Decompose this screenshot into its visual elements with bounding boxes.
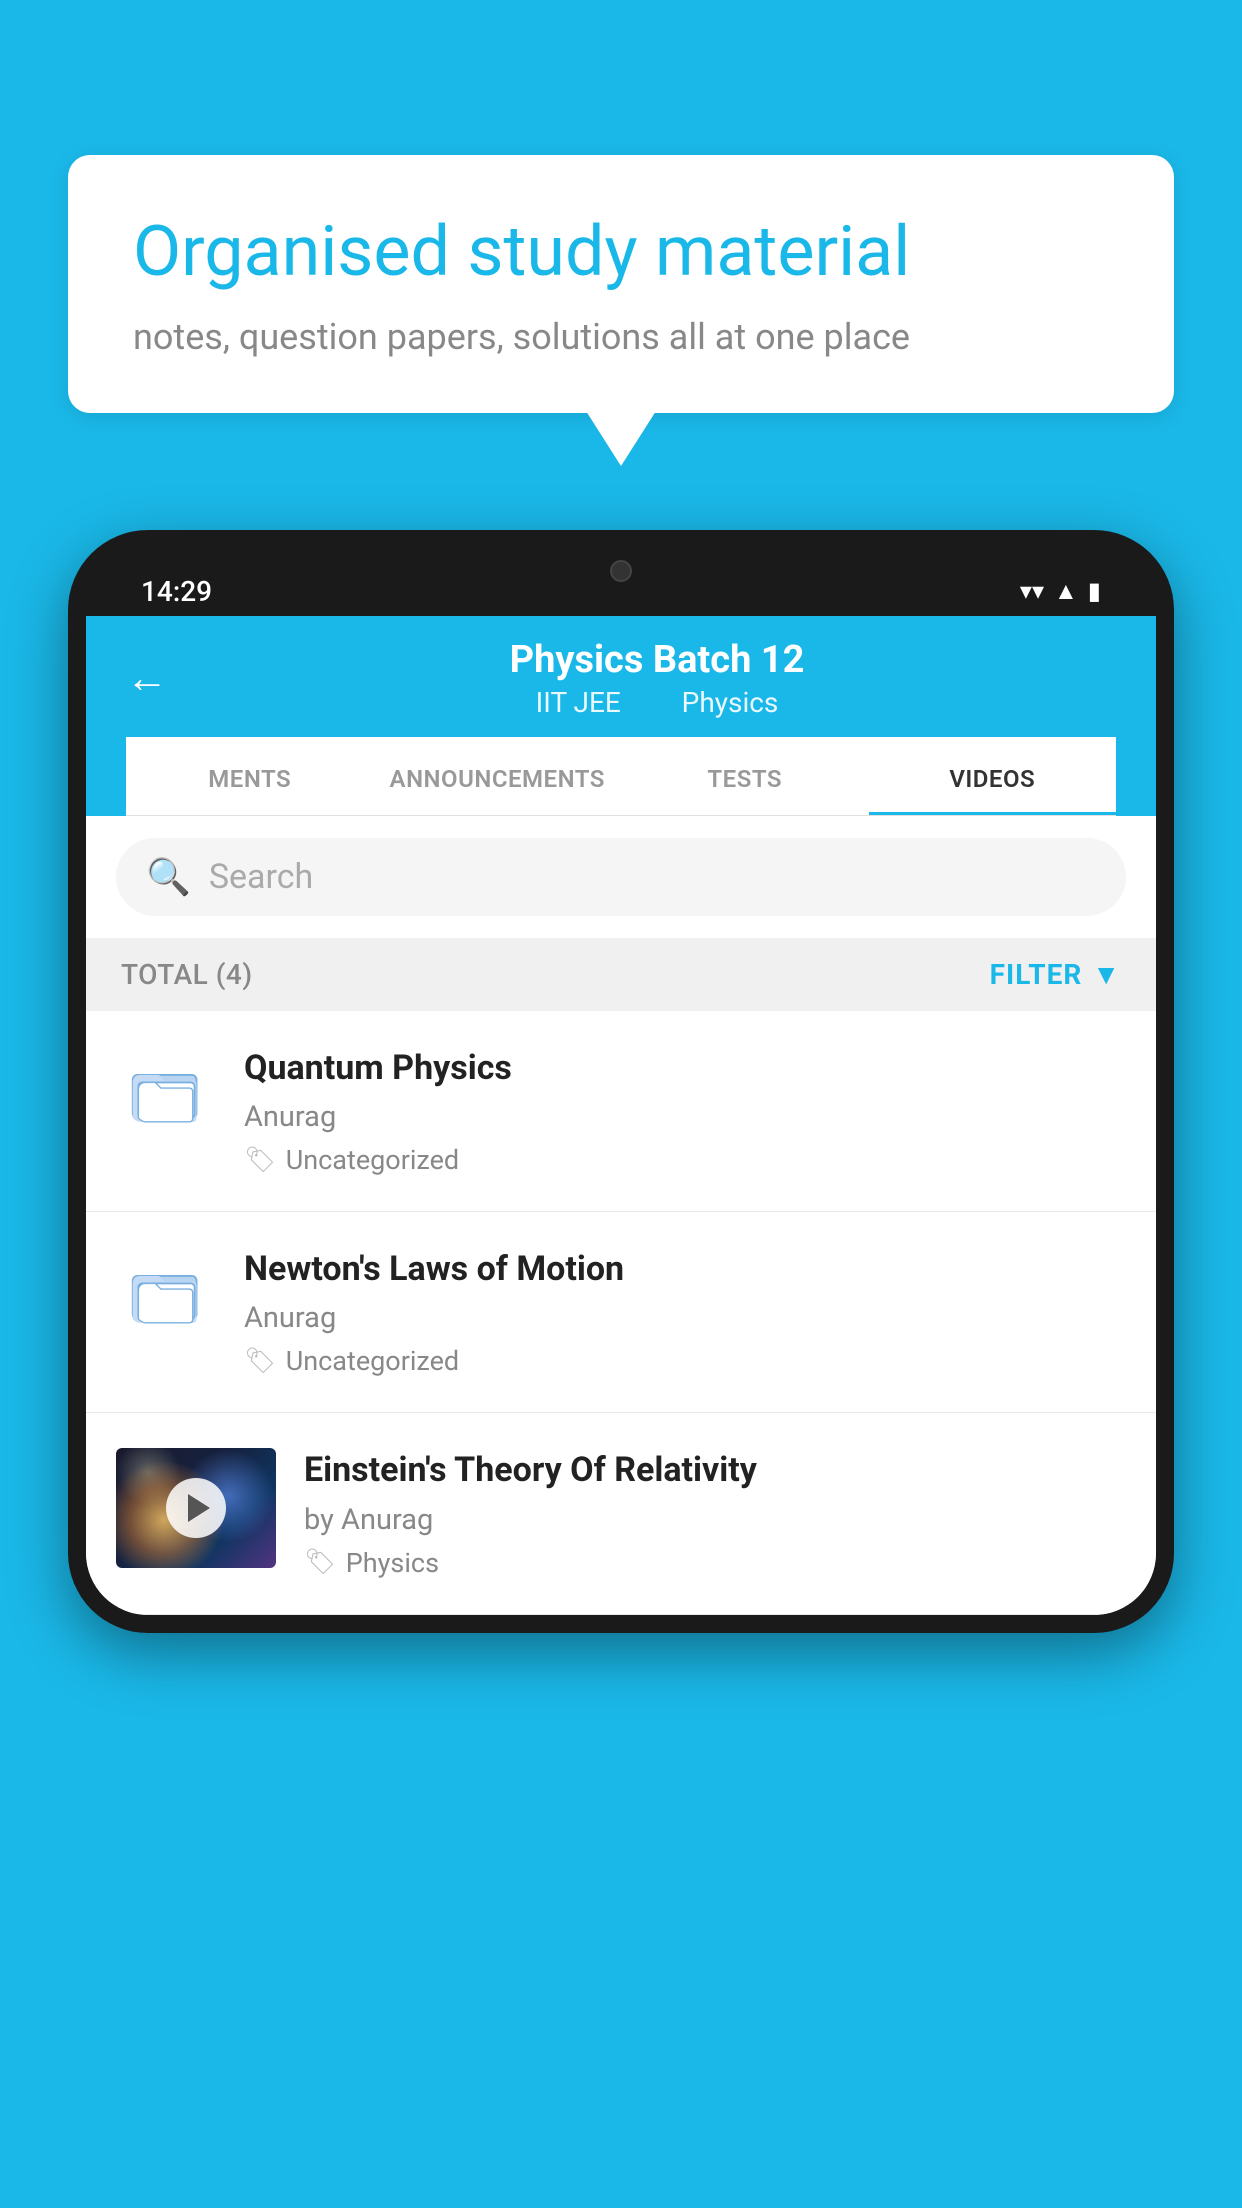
speech-bubble-arrow bbox=[586, 411, 656, 466]
video-title: Newton's Laws of Motion bbox=[244, 1247, 1126, 1291]
filter-icon: ▼ bbox=[1092, 958, 1121, 991]
folder-icon-container bbox=[116, 1247, 216, 1325]
list-item[interactable]: Quantum Physics Anurag 🏷 Uncategorized bbox=[86, 1011, 1156, 1212]
tag-label: Physics bbox=[346, 1547, 439, 1579]
tab-videos[interactable]: VIDEOS bbox=[869, 737, 1117, 815]
video-list: Quantum Physics Anurag 🏷 Uncategorized bbox=[86, 1011, 1156, 1615]
signal-icon: ▲ bbox=[1054, 577, 1078, 606]
tag-icon: 🏷 bbox=[244, 1146, 276, 1175]
search-container: 🔍 Search bbox=[86, 816, 1156, 938]
filter-bar: TOTAL (4) FILTER ▼ bbox=[86, 938, 1156, 1011]
folder-icon bbox=[129, 1054, 204, 1124]
tag-icon: 🏷 bbox=[304, 1548, 336, 1577]
status-icons: ▾▾ ▲ ▮ bbox=[1020, 577, 1101, 606]
subtitle-physics: Physics bbox=[682, 686, 779, 719]
phone-outer-frame: 14:29 ▾▾ ▲ ▮ ← Physics Batch 12 IIT JEE bbox=[68, 530, 1174, 1633]
page-title: Physics Batch 12 bbox=[198, 638, 1116, 682]
phone-device: 14:29 ▾▾ ▲ ▮ ← Physics Batch 12 IIT JEE bbox=[68, 530, 1174, 2208]
status-time: 14:29 bbox=[141, 575, 212, 608]
speech-bubble-title: Organised study material bbox=[133, 210, 1109, 294]
video-tag: 🏷 Uncategorized bbox=[244, 1345, 1126, 1377]
app-header: ← Physics Batch 12 IIT JEE Physics MENTS bbox=[86, 616, 1156, 816]
front-camera bbox=[610, 560, 632, 582]
tab-ments[interactable]: MENTS bbox=[126, 737, 374, 815]
header-title-group: Physics Batch 12 IIT JEE Physics bbox=[198, 638, 1116, 719]
search-bar[interactable]: 🔍 Search bbox=[116, 838, 1126, 916]
phone-screen: ← Physics Batch 12 IIT JEE Physics MENTS bbox=[86, 616, 1156, 1615]
thumbnail-bg bbox=[116, 1448, 276, 1568]
wifi-icon: ▾▾ bbox=[1020, 577, 1044, 605]
phone-notch bbox=[541, 548, 701, 593]
video-info: Newton's Laws of Motion Anurag 🏷 Uncateg… bbox=[244, 1247, 1126, 1377]
video-title: Quantum Physics bbox=[244, 1046, 1126, 1090]
speech-bubble: Organised study material notes, question… bbox=[68, 155, 1174, 413]
list-item[interactable]: Einstein's Theory Of Relativity by Anura… bbox=[86, 1413, 1156, 1614]
video-tag: 🏷 Uncategorized bbox=[244, 1144, 1126, 1176]
tab-announcements[interactable]: ANNOUNCEMENTS bbox=[374, 737, 622, 815]
video-author: Anurag bbox=[244, 1100, 1126, 1134]
play-button[interactable] bbox=[166, 1478, 226, 1538]
video-title: Einstein's Theory Of Relativity bbox=[304, 1448, 1126, 1492]
play-triangle-icon bbox=[188, 1494, 210, 1522]
back-button[interactable]: ← bbox=[126, 658, 168, 700]
video-info: Einstein's Theory Of Relativity by Anura… bbox=[304, 1448, 1126, 1578]
video-thumbnail bbox=[116, 1448, 276, 1568]
tag-label: Uncategorized bbox=[286, 1144, 459, 1176]
list-item[interactable]: Newton's Laws of Motion Anurag 🏷 Uncateg… bbox=[86, 1212, 1156, 1413]
page-subtitle: IIT JEE Physics bbox=[198, 686, 1116, 719]
video-info: Quantum Physics Anurag 🏷 Uncategorized bbox=[244, 1046, 1126, 1176]
filter-button[interactable]: FILTER ▼ bbox=[990, 958, 1121, 991]
tab-bar: MENTS ANNOUNCEMENTS TESTS VIDEOS bbox=[126, 737, 1116, 816]
speech-bubble-section: Organised study material notes, question… bbox=[68, 155, 1174, 466]
video-tag: 🏷 Physics bbox=[304, 1547, 1126, 1579]
folder-icon bbox=[129, 1255, 204, 1325]
header-nav: ← Physics Batch 12 IIT JEE Physics bbox=[126, 638, 1116, 737]
folder-icon-container bbox=[116, 1046, 216, 1124]
subtitle-iitjee: IIT JEE bbox=[536, 686, 621, 719]
speech-bubble-subtitle: notes, question papers, solutions all at… bbox=[133, 316, 1109, 358]
video-author: Anurag bbox=[244, 1301, 1126, 1335]
filter-label: FILTER bbox=[990, 958, 1083, 991]
search-placeholder: Search bbox=[209, 857, 313, 897]
tag-label: Uncategorized bbox=[286, 1345, 459, 1377]
tab-tests[interactable]: TESTS bbox=[621, 737, 869, 815]
total-count: TOTAL (4) bbox=[121, 958, 253, 991]
search-icon: 🔍 bbox=[146, 856, 191, 898]
video-author: by Anurag bbox=[304, 1503, 1126, 1537]
battery-icon: ▮ bbox=[1088, 577, 1101, 605]
tag-icon: 🏷 bbox=[244, 1347, 276, 1376]
subtitle-separator bbox=[648, 686, 662, 719]
status-bar: 14:29 ▾▾ ▲ ▮ bbox=[86, 548, 1156, 616]
